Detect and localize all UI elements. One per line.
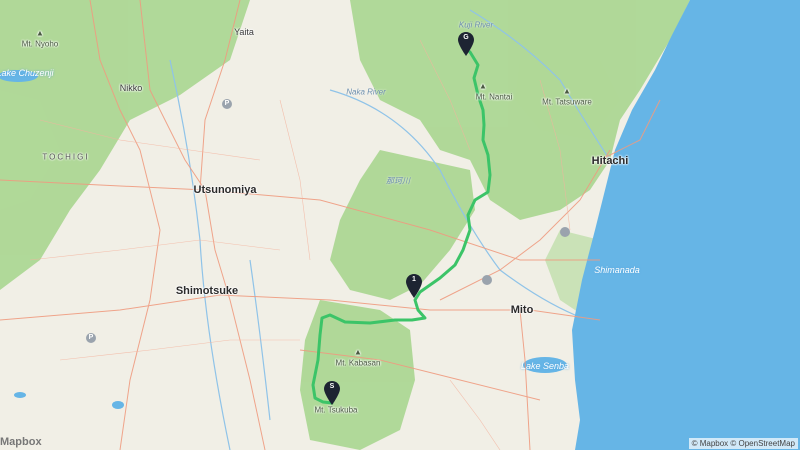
map-view[interactable]: Utsunomiya Shimotsuke Mito Hitachi Nikko… (0, 0, 800, 450)
river-label-kuji: Kuji River (458, 20, 494, 30)
town-label-yaita: Yaita (234, 27, 254, 37)
sea-label-shimanada: Shimanada (594, 265, 640, 275)
mapbox-logo[interactable]: Mapbox (0, 436, 42, 448)
marker-label-goal: G (463, 34, 469, 41)
route-start-marker[interactable]: S (324, 381, 340, 405)
mountain-label-nantai: Mt. Nantai (475, 92, 513, 102)
mountain-label-kabasan: Mt. Kabasan (335, 358, 381, 368)
mountain-label-tatsuware: Mt. Tatsuware (542, 97, 592, 107)
mountain-label-nyoho: Mt. Nyoho (21, 39, 59, 49)
marker-label-start: S (329, 383, 335, 390)
mountain-label-tsukuba: Mt. Tsukuba (314, 405, 358, 415)
marker-label-waypoint: 1 (412, 276, 416, 283)
route-waypoint-marker[interactable]: 1 (406, 274, 422, 298)
town-label-nikko: Nikko (119, 83, 143, 93)
mountain-peak-icon: ▲ (479, 81, 487, 91)
mountain-peak-icon: ▲ (563, 86, 571, 96)
lake-label-senba: Lake Senba (520, 361, 570, 371)
river-label-naka-jp: 那珂川 (386, 176, 410, 186)
poi-icon[interactable] (482, 275, 492, 285)
parking-icon[interactable]: P (222, 99, 232, 109)
city-label-shimotsuke: Shimotsuke (175, 285, 239, 297)
region-label-tochigi: TOCHIGI (42, 152, 90, 162)
city-label-hitachi: Hitachi (591, 155, 629, 167)
city-label-utsunomiya: Utsunomiya (193, 184, 257, 196)
route-goal-marker[interactable]: G (458, 32, 474, 56)
map-attribution[interactable]: © Mapbox © OpenStreetMap (688, 438, 798, 449)
poi-icon[interactable] (560, 227, 570, 237)
city-label-mito: Mito (510, 304, 534, 316)
river-label-naka: Naka River (346, 87, 386, 97)
route-line[interactable] (311, 50, 492, 405)
mountain-peak-icon: ▲ (36, 28, 44, 38)
mountain-peak-icon: ▲ (354, 347, 362, 357)
route-layer (311, 50, 492, 405)
lake-label-chuzenji: Lake Chuzenji (0, 68, 54, 78)
parking-icon[interactable]: P (86, 333, 96, 343)
